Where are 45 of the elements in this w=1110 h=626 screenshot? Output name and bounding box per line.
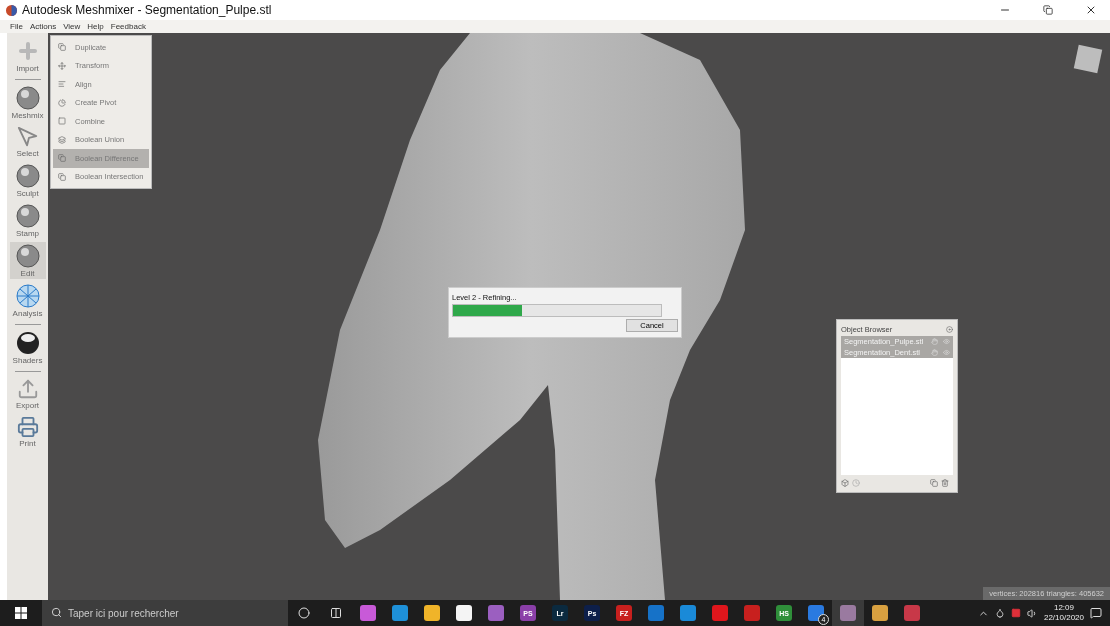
search-field[interactable]: Taper ici pour rechercher <box>42 600 288 626</box>
menu-item[interactable]: Feedback <box>110 22 146 31</box>
tool-button[interactable]: Stamp <box>9 202 46 239</box>
restore-icon <box>1043 5 1053 15</box>
tool-button[interactable]: Edit <box>9 242 46 279</box>
trash-icon[interactable] <box>941 478 949 487</box>
tool-button[interactable]: Import <box>9 37 46 74</box>
tool-button[interactable]: Sculpt <box>9 162 46 199</box>
align-icon <box>58 80 66 89</box>
difference-icon <box>58 154 66 163</box>
menu-item[interactable]: Help <box>87 22 104 31</box>
glossy-sphere-icon <box>15 331 40 355</box>
speaker-icon[interactable] <box>1026 607 1038 619</box>
union-icon <box>58 135 66 144</box>
intersection-icon <box>58 172 66 181</box>
sphere-icon <box>15 86 40 110</box>
arrow-cursor-icon <box>16 126 39 148</box>
cube-icon[interactable] <box>841 478 849 487</box>
menu-item[interactable]: File <box>10 22 23 31</box>
printer-icon <box>16 416 39 438</box>
circle-icon <box>298 607 310 619</box>
search-icon <box>51 607 62 618</box>
transform-icon <box>58 61 66 70</box>
combine-icon <box>58 117 66 126</box>
export-icon <box>16 378 39 400</box>
windows-logo-icon <box>15 607 27 619</box>
task-view-icon <box>330 607 342 619</box>
tool-button[interactable]: Analysis <box>9 282 46 319</box>
view-cube-icon[interactable] <box>1073 44 1103 74</box>
menu-item[interactable]: Actions <box>29 22 57 31</box>
date-text[interactable]: 22/10/2020 <box>1043 613 1084 623</box>
tool-button[interactable]: Print <box>9 414 46 449</box>
time-text[interactable]: 12:09 <box>1053 603 1074 613</box>
duplicate-icon <box>58 43 66 52</box>
duplicate-icon[interactable] <box>930 478 938 487</box>
menu-item[interactable]: View <box>63 22 81 31</box>
tool-button[interactable]: Export <box>9 376 46 411</box>
app-logo-icon <box>6 4 17 16</box>
tool-button[interactable]: Meshmix <box>9 84 46 121</box>
wireframe-sphere-icon <box>15 284 40 308</box>
tool-button[interactable]: Select <box>9 124 46 159</box>
notifications-icon[interactable] <box>1090 607 1102 619</box>
tool-button[interactable]: Shaders <box>9 329 46 366</box>
window-title: Autodesk Meshmixer - Segmentation_Pulpe.stl <box>22 3 273 17</box>
pivot-icon <box>58 98 66 107</box>
